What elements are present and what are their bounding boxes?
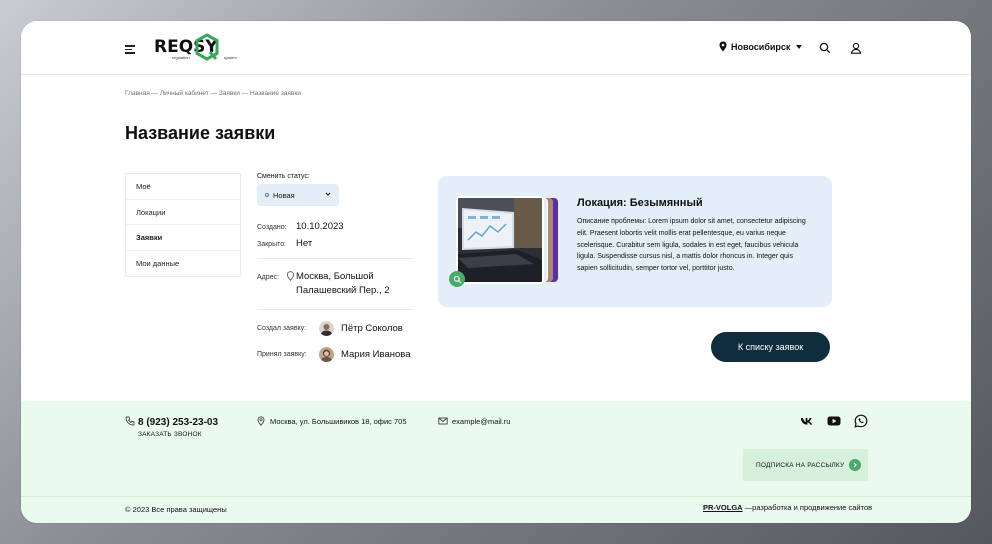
menu-icon[interactable] [125, 45, 135, 54]
side-menu-item-requests[interactable]: Заявки [126, 225, 240, 251]
city-selector[interactable]: Новосибирск [719, 41, 803, 52]
vk-icon[interactable] [800, 414, 814, 428]
mail-icon [438, 417, 448, 425]
photo-gallery[interactable] [456, 196, 560, 286]
side-menu-item-my-data[interactable]: Мои данные [126, 251, 240, 277]
creator-label: Создал заявку: [257, 325, 307, 332]
search-icon[interactable] [819, 42, 831, 54]
zoom-icon[interactable] [449, 271, 465, 287]
phone-icon [125, 416, 135, 426]
location-pin-icon [719, 41, 727, 52]
footer-phone[interactable]: 8 (923) 253-23-03 [138, 417, 218, 428]
location-card: Локация: Безымянный Описание проблемы: L… [438, 176, 832, 307]
created-label: Создано: [257, 224, 287, 231]
user-icon[interactable] [850, 42, 862, 54]
developer-text: —разработка и продвижение сайтов [742, 503, 873, 512]
status-select[interactable]: Новая [257, 184, 339, 206]
closed-label: Закрыто: [257, 241, 287, 248]
card-title: Локация: Безымянный [577, 197, 703, 209]
avatar [319, 347, 334, 362]
divider [257, 309, 413, 310]
back-to-requests-button[interactable]: К списку заявок [711, 332, 830, 362]
footer-address: Москва, ул. Большивиков 18, офис 705 [270, 417, 407, 426]
address-label: Адрес: [257, 274, 279, 281]
whatsapp-icon[interactable] [854, 414, 868, 428]
copyright: © 2023 Все права защищены [125, 505, 227, 514]
logo-subtitle-right: system [224, 55, 237, 60]
status-dot-icon [265, 193, 269, 197]
developer-link[interactable]: PR-VOLGA [703, 503, 743, 512]
side-menu-item-locations[interactable]: Локации [126, 200, 240, 225]
avatar [319, 321, 334, 336]
city-name: Новосибирск [731, 41, 791, 52]
logo-hexagon-icon [195, 33, 219, 61]
arrow-right-icon [849, 459, 861, 471]
acceptor-label: Принял заявку: [257, 351, 307, 358]
breadcrumb[interactable]: Главная — Личный кабинет — Заявки — Назв… [125, 90, 301, 97]
chevron-down-icon [796, 44, 803, 49]
created-value: 10.10.2023 [296, 221, 344, 232]
location-pin-icon [257, 416, 265, 426]
site-footer: 8 (923) 253-23-03 ЗАКАЗАТЬ ЗВОНОК Москва… [21, 401, 971, 523]
subscribe-button[interactable]: ПОДПИСКА НА РАССЫЛКУ [743, 449, 868, 481]
address-line-1: Москва, Большой [296, 271, 374, 282]
browser-page: REQSY regulation system Новосибирск Глав… [21, 21, 971, 523]
location-pin-icon [287, 271, 294, 281]
chevron-down-icon [325, 192, 331, 196]
status-label: Сменить статус: [257, 173, 310, 180]
youtube-icon[interactable] [827, 414, 841, 428]
logo-subtitle-left: regulation [172, 55, 190, 60]
site-header: REQSY regulation system Новосибирск [21, 21, 971, 75]
creator-name: Пётр Соколов [341, 323, 403, 334]
status-value: Новая [273, 190, 295, 200]
address-line-2: Палашевский Пер., 2 [296, 285, 390, 296]
developer-credit: PR-VOLGA —разработка и продвижение сайто… [703, 503, 872, 512]
callback-link[interactable]: ЗАКАЗАТЬ ЗВОНОК [138, 431, 202, 438]
acceptor-name: Мария Иванова [341, 349, 411, 360]
closed-value: Нет [296, 238, 313, 249]
card-description: Описание проблемы: Lorem ipsum dolor sit… [577, 218, 806, 273]
footer-email[interactable]: example@mail.ru [452, 417, 510, 426]
footer-divider [21, 496, 971, 497]
logo[interactable]: REQSY regulation system [154, 33, 260, 61]
side-menu: Моё Локации Заявки Мои данные [125, 173, 241, 277]
side-menu-item-mine[interactable]: Моё [126, 174, 240, 200]
page-title: Название заявки [125, 123, 276, 143]
divider [257, 258, 413, 259]
laptop-photo [456, 196, 544, 284]
subscribe-label: ПОДПИСКА НА РАССЫЛКУ [756, 461, 845, 469]
